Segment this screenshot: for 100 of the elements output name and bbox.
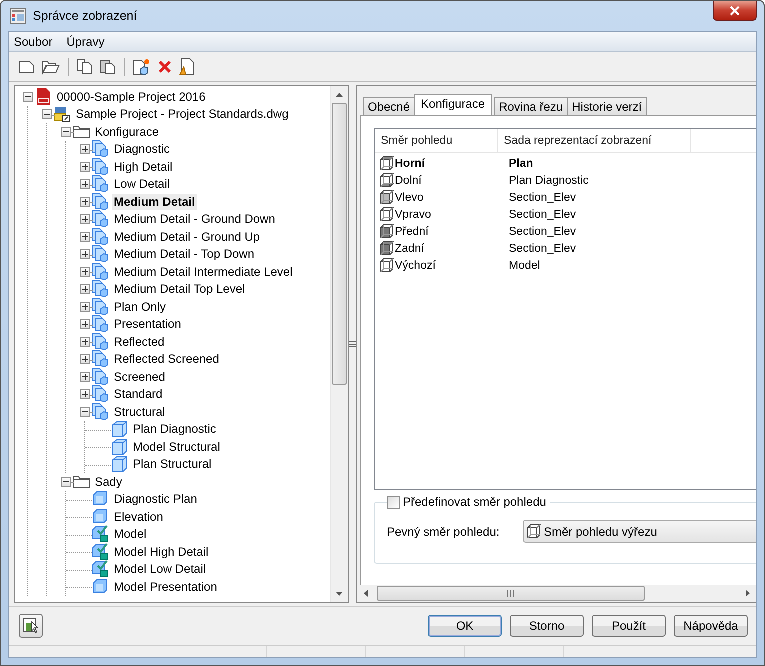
expand-icon[interactable] bbox=[80, 319, 90, 330]
tab[interactable]: Konfigurace bbox=[414, 94, 492, 115]
tree-item[interactable]: Sady bbox=[93, 474, 124, 490]
tab[interactable]: Historie verzí bbox=[567, 97, 648, 115]
tab[interactable]: Rovina řezu bbox=[494, 97, 568, 115]
open-folder-icon[interactable] bbox=[42, 58, 60, 74]
dialog-button[interactable]: OK bbox=[428, 615, 502, 637]
configuration-icon bbox=[92, 140, 110, 158]
configuration-icon bbox=[92, 402, 110, 421]
tree-item[interactable]: Model Structural bbox=[131, 438, 222, 455]
new-file-icon[interactable] bbox=[19, 58, 35, 74]
tree-item[interactable]: Plan Structural bbox=[131, 456, 214, 472]
tree-item[interactable]: Diagnostic bbox=[112, 141, 172, 158]
tree-item[interactable]: Medium Detail Intermediate Level bbox=[112, 264, 295, 280]
column-header[interactable]: Sada reprezentací zobrazení bbox=[498, 129, 691, 152]
tree-item[interactable]: Medium Detail bbox=[112, 194, 198, 210]
menu-item[interactable]: Soubor bbox=[14, 34, 53, 48]
configuration-icon bbox=[92, 210, 110, 228]
configuration-icon bbox=[92, 298, 110, 316]
purge-icon[interactable] bbox=[179, 58, 195, 76]
table-cell-text: Model bbox=[508, 260, 540, 272]
collapse-icon[interactable] bbox=[61, 476, 71, 487]
checkbox[interactable] bbox=[387, 496, 400, 508]
tree-item[interactable]: Medium Detail Top Level bbox=[112, 281, 248, 298]
copy-icon[interactable] bbox=[77, 58, 93, 74]
expand-icon[interactable] bbox=[80, 162, 90, 172]
folder-icon bbox=[73, 474, 91, 489]
dialog-button[interactable]: Použít bbox=[592, 615, 666, 637]
expand-icon[interactable] bbox=[80, 196, 90, 207]
expand-icon[interactable] bbox=[80, 266, 90, 277]
configuration-icon bbox=[92, 350, 110, 368]
tree-item[interactable]: Standard bbox=[112, 386, 165, 402]
tree-item[interactable]: Model bbox=[112, 526, 149, 542]
tree-item[interactable]: Model Low Detail bbox=[112, 561, 208, 578]
tree-item[interactable]: Model High Detail bbox=[112, 544, 211, 560]
expand-icon[interactable] bbox=[80, 336, 90, 347]
checkbox-label[interactable]: Předefinovat směr pohledu bbox=[403, 495, 546, 509]
window-title: Správce zobrazení bbox=[33, 9, 138, 23]
tree-item[interactable]: Presentation bbox=[112, 316, 184, 332]
splitter-grip-icon[interactable] bbox=[349, 340, 356, 348]
expand-icon[interactable] bbox=[80, 179, 90, 190]
expand-icon[interactable] bbox=[80, 354, 90, 364]
dialog-button[interactable]: Storno bbox=[510, 615, 584, 637]
scrollbar-thumb[interactable] bbox=[332, 103, 347, 385]
expand-icon[interactable] bbox=[80, 284, 90, 294]
close-button[interactable] bbox=[713, 1, 757, 21]
tree-item[interactable]: Structural bbox=[112, 404, 168, 420]
column-header[interactable]: Směr pohledu bbox=[375, 129, 498, 152]
tree-item[interactable]: Elevation bbox=[112, 508, 166, 525]
tree-item[interactable]: Plan Diagnostic bbox=[131, 421, 218, 438]
collapse-icon[interactable] bbox=[61, 126, 71, 137]
tree-item[interactable]: 00000-Sample Project 2016 bbox=[55, 88, 208, 105]
cube-icon bbox=[111, 420, 129, 438]
collapse-icon[interactable] bbox=[80, 406, 90, 417]
tree-item[interactable]: Model Presentation bbox=[112, 578, 220, 595]
scroll-up-icon[interactable] bbox=[336, 92, 343, 96]
configuration-icon bbox=[92, 158, 110, 176]
configuration-icon bbox=[92, 192, 110, 211]
scrollbar-thumb[interactable] bbox=[377, 586, 645, 601]
close-icon bbox=[730, 6, 740, 16]
expand-icon[interactable] bbox=[80, 372, 90, 382]
configuration-icon bbox=[92, 368, 110, 386]
collapse-icon[interactable] bbox=[42, 109, 52, 120]
tree-item[interactable]: Reflected Screened bbox=[112, 351, 222, 368]
scroll-right-icon[interactable] bbox=[746, 590, 750, 597]
tree-item[interactable]: Diagnostic Plan bbox=[112, 491, 200, 508]
tree-item[interactable]: Low Detail bbox=[112, 176, 172, 192]
paste-icon[interactable] bbox=[100, 58, 116, 74]
tree-item[interactable]: Plan Only bbox=[112, 298, 168, 315]
expand-icon[interactable] bbox=[80, 232, 90, 242]
table-cell-text: Section_Elev bbox=[508, 192, 576, 204]
expand-icon[interactable] bbox=[80, 302, 90, 312]
tree-item[interactable]: Reflected bbox=[112, 334, 167, 350]
expand-icon[interactable] bbox=[80, 249, 90, 260]
tree-item[interactable]: Medium Detail - Ground Down bbox=[112, 211, 278, 228]
menu-item[interactable]: Úpravy bbox=[66, 34, 105, 48]
expand-icon[interactable] bbox=[80, 389, 90, 400]
tree-item[interactable]: High Detail bbox=[112, 158, 175, 175]
palette-button[interactable] bbox=[19, 614, 43, 638]
tab[interactable]: Obecné bbox=[363, 97, 416, 115]
dialog-button[interactable]: Nápověda bbox=[674, 615, 748, 637]
table-cell-text: Section_Elev bbox=[508, 208, 576, 220]
view-direction-dropdown[interactable]: Směr pohledu výřezu bbox=[523, 520, 756, 543]
expand-icon[interactable] bbox=[80, 144, 90, 154]
view-cube-icon bbox=[380, 258, 394, 273]
tree-item[interactable]: Medium Detail - Ground Up bbox=[112, 228, 262, 245]
tree-item[interactable]: Konfigurace bbox=[93, 124, 162, 140]
tree-item[interactable]: Screened bbox=[112, 368, 168, 385]
tree-item[interactable]: Medium Detail - Top Down bbox=[112, 246, 257, 262]
delete-icon[interactable] bbox=[158, 60, 172, 74]
view-cube-icon bbox=[380, 190, 394, 205]
folder-icon bbox=[73, 124, 91, 139]
scroll-left-icon[interactable] bbox=[364, 590, 368, 597]
expand-icon[interactable] bbox=[80, 214, 90, 224]
window-cursor-icon bbox=[23, 618, 39, 634]
view-cube-icon bbox=[380, 224, 394, 239]
new-style-icon[interactable] bbox=[133, 58, 151, 76]
collapse-icon[interactable] bbox=[23, 92, 33, 102]
tree-item[interactable]: Sample Project - Project Standards.dwg bbox=[74, 106, 291, 122]
scroll-down-icon[interactable] bbox=[336, 592, 343, 596]
